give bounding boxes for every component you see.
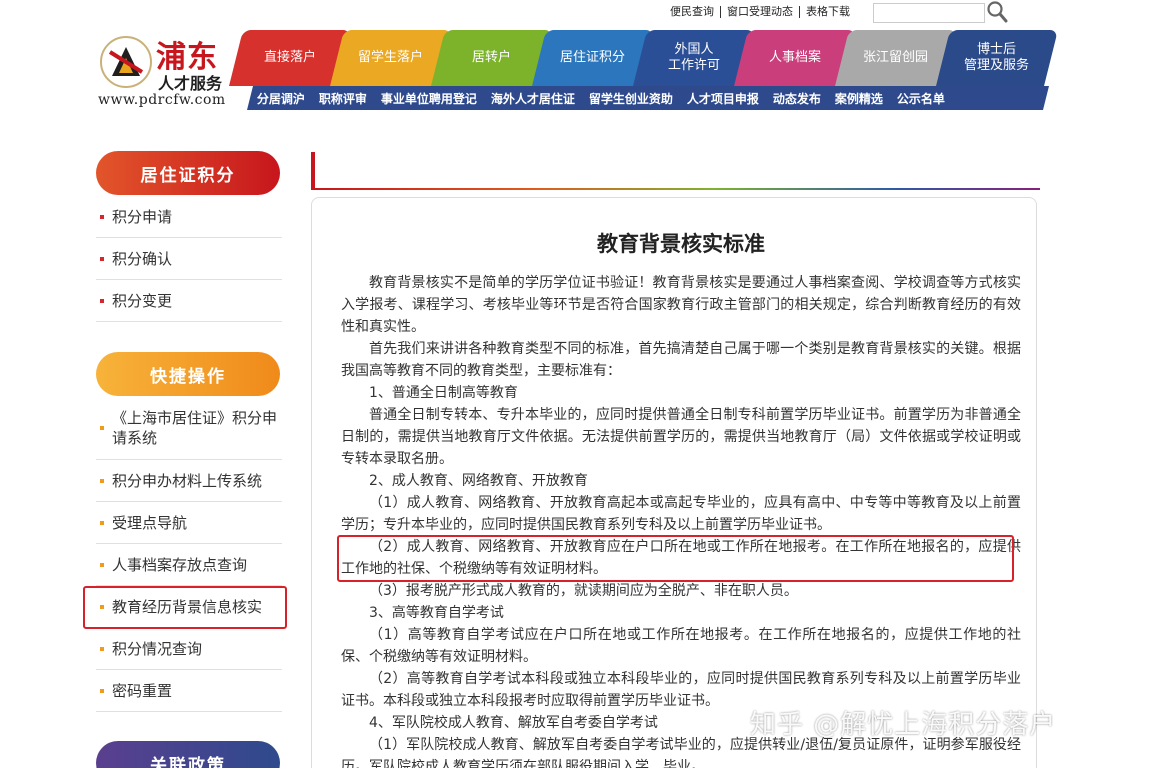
article-paragraph: 3、高等教育自学考试 (369, 605, 504, 621)
nav-tab-foreigner-permit-label: 外国人 工作许可 (667, 42, 720, 73)
sidebar-item-password-reset[interactable]: 密码重置 (96, 670, 282, 712)
article-paragraph: 首先我们来讲讲各种教育类型不同的标准，首先搞清楚自己属于哪一个类别是教育背景核实… (341, 341, 1021, 379)
top-utility-links: 便民查询 窗口受理动态 表格下载 (664, 6, 856, 18)
logo-subtitle: 人才服务 (158, 74, 223, 93)
sidebar-item-file-location[interactable]: 人事档案存放点查询 (96, 544, 282, 586)
link-window-status[interactable]: 窗口受理动态 (721, 6, 800, 18)
sidebar-highlight-box (83, 586, 287, 629)
sidebar-item-points-apply[interactable]: 积分申请 (96, 196, 282, 238)
content-highlight-box (337, 535, 1014, 582)
article-paragraph: （1）成人教育、网络教育、开放教育高起本或高起专毕业的，应具有高中、中专等中等教… (341, 495, 1021, 533)
subnav-item[interactable]: 留学生创业资助 (582, 90, 680, 107)
subnav-item[interactable]: 分居调沪 (250, 90, 312, 107)
sidebar-points-list: 积分申请 积分确认 积分变更 (96, 196, 282, 322)
link-convenience-query[interactable]: 便民查询 (664, 6, 721, 18)
content-header-bar (311, 152, 1040, 190)
article-body: 教育背景核实不是简单的学历学位证书验证！教育背景核实是要通过人事档案查阅、学校调… (341, 272, 1021, 768)
main-nav: 直接落户 留学生落户 居转户 居住证积分 外国人 工作许可 人事档案 张江留创园 … (229, 30, 1058, 86)
subnav-item[interactable]: 海外人才居住证 (484, 90, 582, 107)
sidebar-heading-policy: 关联政策 (96, 741, 280, 768)
article-paragraph: 2、成人教育、网络教育、开放教育 (369, 473, 588, 489)
article-paragraph: 普通全日制专转本、专升本毕业的，应同时提供普通全日制专科前置学历毕业证书。前置学… (341, 407, 1021, 467)
sidebar-item-points-change[interactable]: 积分变更 (96, 280, 282, 322)
search-icon[interactable] (986, 0, 1008, 24)
logo-url: www.pdrcfw.com (98, 92, 226, 108)
page-title: 教育背景核实标准 (597, 232, 765, 256)
subnav-item[interactable]: 人才项目申报 (680, 90, 766, 107)
subnav-item[interactable]: 职称评审 (312, 90, 374, 107)
subnav-item[interactable]: 案例精选 (828, 90, 890, 107)
sub-nav: 分居调沪 职称评审 事业单位聘用登记 海外人才居住证 留学生创业资助 人才项目申… (247, 86, 1049, 110)
sidebar-item-points-status[interactable]: 积分情况查询 (96, 628, 282, 670)
sidebar-heading-quick: 快捷操作 (96, 352, 280, 396)
watermark: 知乎 @解忧上海积分落户 (750, 710, 1057, 740)
logo-emblem-icon (100, 36, 152, 88)
article-paragraph: 教育背景核实不是简单的学历学位证书验证！教育背景核实是要通过人事档案查阅、学校调… (341, 275, 1021, 335)
article-paragraph: 1、普通全日制高等教育 (369, 385, 518, 401)
nav-tab-postdoc[interactable]: 博士后 管理及服务 (936, 30, 1058, 86)
subnav-item[interactable]: 事业单位聘用登记 (374, 90, 484, 107)
site-logo[interactable]: 浦东 人才服务 www.pdrcfw.com (96, 30, 246, 110)
sidebar-item-office-nav[interactable]: 受理点导航 (96, 502, 282, 544)
sidebar-item-points-confirm[interactable]: 积分确认 (96, 238, 282, 280)
subnav-item[interactable]: 动态发布 (766, 90, 828, 107)
sidebar-quick-list: 《上海市居住证》积分申请系统 积分申办材料上传系统 受理点导航 人事档案存放点查… (96, 396, 282, 712)
subnav-item[interactable]: 公示名单 (890, 90, 952, 107)
search-input[interactable] (873, 3, 985, 23)
article-paragraph: （1）高等教育自学考试应在户口所在地或工作所在地报考。在工作所在地报名的，应提供… (341, 627, 1021, 665)
nav-tab-postdoc-label: 博士后 管理及服务 (964, 42, 1030, 73)
article-paragraph: （3）报考脱产形式成人教育的，就读期间应为全脱产、非在职人员。 (369, 583, 798, 599)
link-form-download[interactable]: 表格下载 (800, 6, 856, 18)
sidebar-item-upload-system[interactable]: 积分申办材料上传系统 (96, 460, 282, 502)
sidebar-item-points-system[interactable]: 《上海市居住证》积分申请系统 (96, 396, 282, 460)
sidebar-heading-points: 居住证积分 (96, 151, 280, 195)
